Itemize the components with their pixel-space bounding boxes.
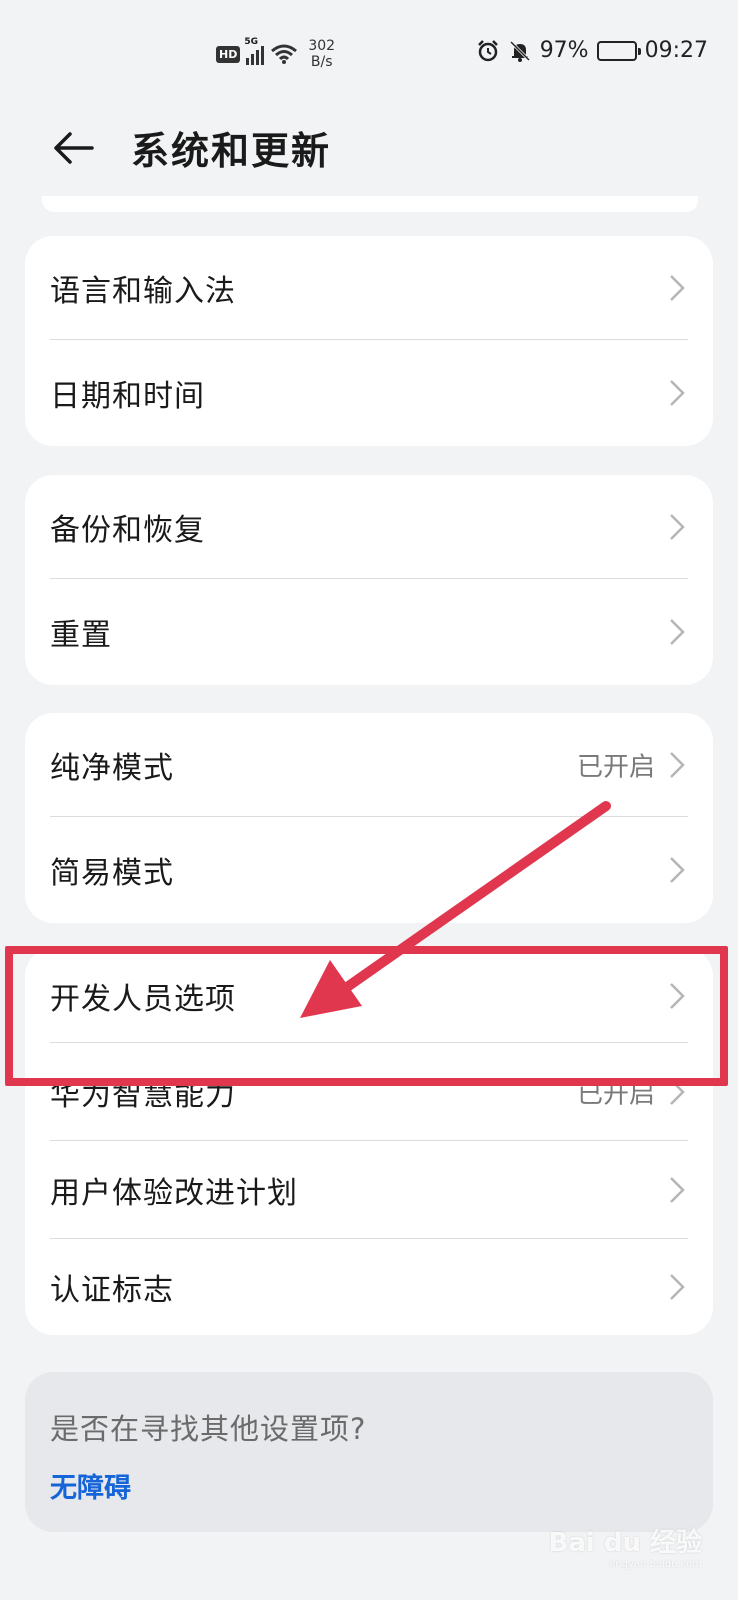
- watermark-url: jingyan.baidu.com: [609, 1559, 702, 1570]
- back-arrow-icon: [54, 132, 94, 164]
- settings-item[interactable]: 用户体验改进计划: [25, 1141, 713, 1239]
- network-type: 5G: [244, 37, 258, 47]
- search-hint-question: 是否在寻找其他设置项?: [50, 1412, 367, 1446]
- settings-item-label: 简易模式: [50, 856, 174, 891]
- chevron-right-icon: [670, 514, 685, 540]
- battery-percent: 97%: [539, 38, 589, 63]
- highlight-box: [5, 946, 728, 1086]
- back-button[interactable]: [52, 126, 96, 170]
- settings-card: 纯净模式 已开启简易模式: [25, 713, 713, 923]
- settings-item[interactable]: 备份和恢复: [25, 475, 713, 579]
- status-right: 97% 09:27: [476, 38, 708, 63]
- wifi-icon: [271, 44, 298, 64]
- battery-icon: [596, 40, 641, 61]
- baidu-watermark: Bai du 经验 jingyan.baidu.com: [549, 1522, 703, 1570]
- cellular-signal-icon: 5G: [244, 37, 265, 65]
- clock: 09:27: [644, 38, 708, 63]
- settings-item-label: 纯净模式: [50, 751, 174, 786]
- chevron-right-icon: [670, 752, 685, 778]
- page-title: 系统和更新: [131, 129, 332, 173]
- chevron-right-icon: [670, 1177, 685, 1203]
- search-hint-card: 是否在寻找其他设置项? 无障碍: [25, 1372, 713, 1532]
- settings-item-label: 认证标志: [50, 1273, 174, 1308]
- settings-item-label: 重置: [50, 618, 112, 653]
- settings-item-status: 已开启: [576, 752, 655, 783]
- settings-item-label: 日期和时间: [50, 379, 205, 414]
- settings-card: 备份和恢复 重置: [25, 475, 713, 685]
- settings-item[interactable]: 重置: [25, 579, 713, 685]
- chevron-right-icon: [670, 619, 685, 645]
- settings-item[interactable]: 语言和输入法: [25, 236, 713, 340]
- app-header: 系统和更新: [0, 112, 738, 182]
- chevron-right-icon: [670, 275, 685, 301]
- settings-item[interactable]: 纯净模式 已开启: [25, 713, 713, 817]
- settings-item[interactable]: 日期和时间: [25, 340, 713, 446]
- settings-item-label: 语言和输入法: [50, 274, 236, 309]
- scrolled-card-edge: [42, 196, 698, 212]
- watermark-brand: Bai du 经验: [548, 1528, 703, 1558]
- settings-item-label: 用户体验改进计划: [50, 1176, 298, 1211]
- chevron-right-icon: [670, 857, 685, 883]
- settings-item[interactable]: 认证标志: [25, 1239, 713, 1335]
- chevron-right-icon: [670, 1274, 685, 1300]
- chevron-right-icon: [670, 380, 685, 406]
- mute-bell-icon: [509, 40, 530, 62]
- settings-card: 语言和输入法 日期和时间: [25, 236, 713, 446]
- settings-item[interactable]: 简易模式: [25, 817, 713, 923]
- speed-unit: B/s: [310, 54, 333, 70]
- hd-voice-icon: HD: [216, 45, 241, 63]
- settings-item-label: 备份和恢复: [50, 513, 205, 548]
- accessibility-link[interactable]: 无障碍: [50, 1466, 131, 1505]
- network-speed: 302 B/s: [308, 38, 335, 70]
- speed-value: 302: [308, 38, 336, 54]
- status-bar: HD 5G 302 B/s 97% 09:27: [0, 0, 738, 100]
- alarm-icon: [477, 39, 498, 61]
- status-left: HD 5G 302 B/s: [216, 37, 335, 70]
